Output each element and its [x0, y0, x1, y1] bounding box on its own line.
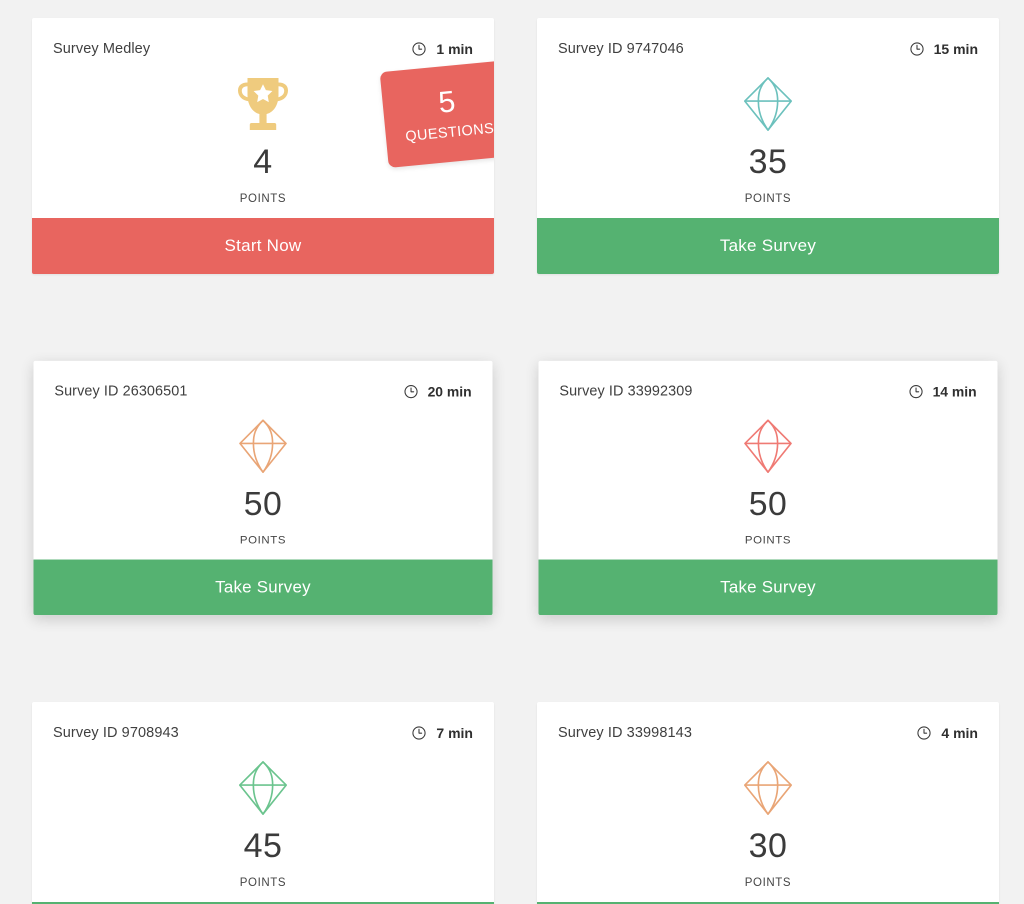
points-label: POINTS	[744, 534, 792, 547]
survey-title: Survey ID 33992309	[559, 383, 693, 400]
duration-text: 1 min	[436, 41, 473, 57]
card-header: Survey ID 9747046 15 min	[537, 18, 999, 62]
clock-icon	[909, 41, 925, 57]
survey-title: Survey ID 26306501	[54, 383, 188, 400]
survey-card-grid: Survey Medley 1 min 4 POINTS 5 QUESTIONS Start…	[0, 0, 1024, 904]
card-header: Survey ID 9708943 7 min	[32, 702, 494, 746]
duration-text: 4 min	[941, 725, 978, 741]
survey-duration: 4 min	[916, 725, 978, 741]
survey-card: Survey ID 26306501 20 min 50 POINTS Take Sur…	[33, 360, 493, 616]
survey-action-button[interactable]: Start Now	[32, 218, 494, 274]
questions-label: QUESTIONS	[404, 120, 494, 145]
points-value: 35	[748, 143, 788, 181]
points-value: 45	[243, 827, 283, 865]
survey-duration: 1 min	[411, 41, 473, 57]
card-body: 50 POINTS	[539, 405, 998, 560]
card-body: 50 POINTS	[34, 405, 493, 560]
survey-card: Survey Medley 1 min 4 POINTS 5 QUESTIONS Start…	[32, 18, 494, 274]
gem-icon	[742, 75, 794, 133]
points-value: 50	[243, 485, 283, 523]
duration-text: 14 min	[932, 383, 977, 400]
clock-icon	[916, 725, 932, 741]
duration-text: 7 min	[436, 725, 473, 741]
survey-action-button[interactable]: Take Survey	[538, 559, 998, 616]
duration-text: 20 min	[427, 383, 472, 400]
survey-title: Survey ID 9747046	[558, 40, 684, 57]
clock-icon	[411, 41, 427, 57]
survey-duration: 14 min	[908, 384, 977, 400]
points-label: POINTS	[239, 193, 287, 205]
clock-icon	[411, 725, 427, 741]
questions-badge: 5 QUESTIONS	[379, 60, 494, 168]
trophy-icon	[233, 75, 293, 133]
duration-text: 15 min	[933, 41, 978, 57]
clock-icon	[403, 384, 419, 400]
questions-count: 5	[436, 84, 457, 120]
card-header: Survey ID 26306501 20 min	[34, 361, 493, 405]
card-body: 45 POINTS	[32, 746, 494, 902]
points-value: 4	[253, 143, 273, 181]
points-label: POINTS	[744, 877, 792, 889]
survey-action-button[interactable]: Take Survey	[33, 559, 493, 616]
card-header: Survey Medley 1 min	[32, 18, 494, 62]
survey-title: Survey ID 33998143	[558, 724, 692, 741]
survey-card: Survey ID 9747046 15 min 35 POINTS Take Surv…	[537, 18, 999, 274]
points-value: 30	[748, 827, 788, 865]
survey-card: Survey ID 339981434 min30POINTSTake Surv…	[537, 702, 999, 904]
points-label: POINTS	[239, 534, 287, 547]
gem-icon	[237, 759, 289, 817]
survey-card: Survey ID 33992309 14 min 50 POINTS Take Sur…	[538, 360, 998, 616]
card-header: Survey ID 33992309 14 min	[539, 361, 998, 405]
survey-title: Survey Medley	[53, 40, 151, 57]
card-header: Survey ID 33998143 4 min	[537, 702, 999, 746]
clock-icon	[908, 384, 924, 400]
gem-icon	[742, 759, 794, 817]
card-body: 35 POINTS	[537, 62, 999, 218]
gem-icon	[742, 417, 794, 475]
survey-duration: 15 min	[909, 41, 978, 57]
survey-duration: 7 min	[411, 725, 473, 741]
points-label: POINTS	[744, 193, 792, 205]
survey-duration: 20 min	[403, 384, 472, 400]
points-value: 50	[748, 485, 788, 523]
points-label: POINTS	[239, 877, 287, 889]
survey-title: Survey ID 9708943	[53, 724, 179, 741]
gem-icon	[237, 417, 289, 475]
survey-action-button[interactable]: Take Survey	[537, 218, 999, 274]
card-body: 30 POINTS	[537, 746, 999, 902]
survey-card: Survey ID 97089437 min45POINTSTake Surve…	[32, 702, 494, 904]
